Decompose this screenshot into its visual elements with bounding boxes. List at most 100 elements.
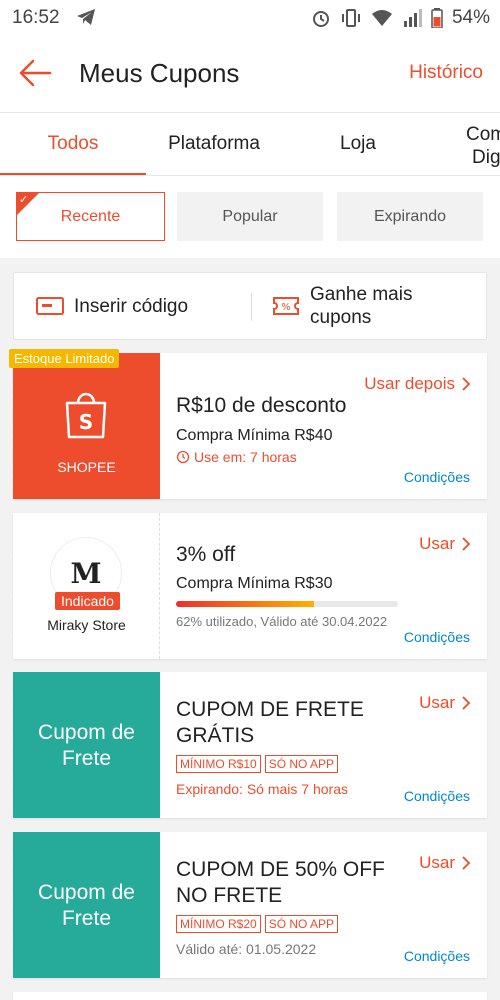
coupon-info: 3% off Compra Mínima R$30 62% utilizado,… xyxy=(176,513,487,659)
coupon-chips: MÍNIMO R$20 SÓ NO APP xyxy=(176,915,342,933)
usage-text: 62% utilizado, Válido até 30.04.2022 xyxy=(176,614,388,629)
shopee-bag-icon: S xyxy=(65,392,107,439)
coupon-stub: Cupom de Frete xyxy=(9,672,160,818)
stub-line: Cupom de xyxy=(38,881,135,904)
min-chip: MÍNIMO R$20 xyxy=(176,915,261,933)
percent-ticket-icon: % xyxy=(273,297,299,315)
action-label: Usar xyxy=(419,693,455,712)
coupon-note: Expirando: Só mais 7 horas xyxy=(176,781,348,797)
coupon-info: CUPOM DE 50% OFF NO FRETE MÍNIMO R$20 SÓ … xyxy=(176,832,487,978)
tab-label: Plataforma xyxy=(168,133,260,154)
conditions-link[interactable]: Condições xyxy=(404,788,470,804)
chevron-right-icon xyxy=(462,856,471,870)
conditions-link[interactable]: Condições xyxy=(404,948,470,964)
insert-code-button[interactable]: Inserir código xyxy=(14,273,252,339)
tab-loja[interactable]: Loja xyxy=(306,113,410,175)
status-bar: 16:52 54% xyxy=(0,0,500,34)
coupon-validity: Use em: 7 horas xyxy=(176,449,297,465)
coupon-title: R$10 de desconto xyxy=(176,394,347,417)
coupon-title: CUPOM DE FRETE GRÁTIS xyxy=(176,697,364,749)
coupon-card[interactable]: Cupom de Frete CUPOM DE FRETE GRÁTIS MÍN… xyxy=(9,672,487,818)
title-line: NO FRETE xyxy=(176,884,283,907)
earn-coupons-button[interactable]: % Ganhe mais cupons xyxy=(252,273,488,339)
tab-label-line: Dig xyxy=(472,147,500,168)
coupon-info: R$10 de desconto Compra Mínima R$40 Use … xyxy=(176,353,487,499)
tab-bar: Todos Plataforma Loja Com Dig xyxy=(0,112,500,176)
battery-icon xyxy=(431,8,443,28)
svg-text:%: % xyxy=(281,302,291,313)
filter-label: Expirando xyxy=(373,207,447,225)
min-chip: MÍNIMO R$10 xyxy=(176,755,261,773)
coupon-card[interactable]: M Indicado Miraky Store 3% off Compra Mí… xyxy=(9,513,487,659)
use-button[interactable]: Usar xyxy=(419,853,471,873)
chevron-right-icon xyxy=(462,696,471,710)
wifi-icon xyxy=(371,10,392,26)
ticket-icon xyxy=(36,297,64,315)
coupon-card[interactable]: S SHOPEE Estoque Limitado R$10 de descon… xyxy=(9,349,487,499)
shopee-label: SHOPEE xyxy=(57,459,116,475)
action-label: Usar xyxy=(419,534,455,553)
coupon-info: CUPOM DE FRETE GRÁTIS MÍNIMO R$10 SÓ NO A… xyxy=(176,672,487,818)
stub-line: Frete xyxy=(61,907,111,930)
recommended-tag: Indicado xyxy=(55,592,120,610)
vibrate-icon xyxy=(341,9,360,27)
history-link[interactable]: Histórico xyxy=(409,62,483,84)
use-button[interactable]: Usar xyxy=(419,534,471,554)
status-time: 16:52 xyxy=(12,7,60,28)
coupon-title: 3% off xyxy=(176,543,236,566)
filter-popular-button[interactable]: Popular xyxy=(177,192,323,241)
conditions-link[interactable]: Condições xyxy=(404,629,470,645)
filter-label: Popular xyxy=(222,207,278,225)
use-button[interactable]: Usar xyxy=(419,693,471,713)
coupon-min-purchase: Compra Mínima R$40 xyxy=(176,427,333,444)
telegram-icon xyxy=(77,9,95,25)
filter-recente-button[interactable]: ✓ Recente xyxy=(16,192,165,241)
shipping-coupon-label: Cupom de Frete xyxy=(13,880,160,932)
validity-text: Use em: 7 horas xyxy=(194,449,297,465)
store-name: Miraky Store xyxy=(47,617,126,633)
battery-percent: 54% xyxy=(451,7,490,28)
tab-label-line: Com xyxy=(466,124,500,145)
coupon-stub: M Indicado Miraky Store xyxy=(9,513,160,659)
svg-text:S: S xyxy=(79,410,93,434)
coupon-chips: MÍNIMO R$10 SÓ NO APP xyxy=(176,755,342,773)
conditions-link[interactable]: Condições xyxy=(404,469,470,485)
chevron-right-icon xyxy=(462,537,471,551)
coupon-stub: S SHOPEE xyxy=(9,353,160,499)
usage-progress-fill xyxy=(176,601,314,607)
app-only-chip: SÓ NO APP xyxy=(264,915,339,933)
filter-label: Recente xyxy=(60,207,121,225)
tab-digital-cut[interactable]: Com Dig xyxy=(458,123,500,169)
coupon-stub: Cupom de Frete xyxy=(9,832,160,978)
action-label: Usar depois xyxy=(364,374,455,393)
usage-progress-bar xyxy=(176,601,398,607)
check-icon: ✓ xyxy=(19,194,29,206)
signal-icon xyxy=(403,9,422,27)
tab-todos[interactable]: Todos xyxy=(0,113,146,175)
page-title: Meus Cupons xyxy=(79,58,240,88)
app-bar: Meus Cupons Histórico xyxy=(0,34,500,112)
tab-label: Loja xyxy=(340,133,376,154)
chevron-right-icon xyxy=(462,377,471,391)
title-line: CUPOM DE FRETE xyxy=(176,698,364,721)
earn-coupons-line2: cupons xyxy=(310,307,372,328)
insert-code-label: Inserir código xyxy=(74,295,189,317)
tab-plataforma[interactable]: Plataforma xyxy=(146,113,282,175)
clock-icon xyxy=(176,450,190,464)
coupon-card[interactable]: Cupom de Frete CUPOM DE 50% OFF NO FRETE… xyxy=(9,832,487,978)
coupon-card-partial[interactable] xyxy=(13,992,487,1000)
sort-filter-row: ✓ Recente Popular Expirando xyxy=(0,176,500,258)
back-arrow-icon[interactable] xyxy=(18,58,52,88)
tab-label: Todos xyxy=(47,133,99,154)
coupon-min-purchase: Compra Mínima R$30 xyxy=(176,575,333,592)
voucher-actions-row: Inserir código % Ganhe mais cupons xyxy=(13,272,487,340)
coupon-title: CUPOM DE 50% OFF NO FRETE xyxy=(176,857,385,909)
stub-line: Frete xyxy=(61,747,111,770)
action-label: Usar xyxy=(419,853,455,872)
app-only-chip: SÓ NO APP xyxy=(264,755,339,773)
filter-expirando-button[interactable]: Expirando xyxy=(337,192,483,241)
stub-line: Cupom de xyxy=(38,721,135,744)
avatar-letter: M xyxy=(70,556,102,590)
use-later-button[interactable]: Usar depois xyxy=(364,374,471,394)
shipping-coupon-label: Cupom de Frete xyxy=(13,720,160,772)
